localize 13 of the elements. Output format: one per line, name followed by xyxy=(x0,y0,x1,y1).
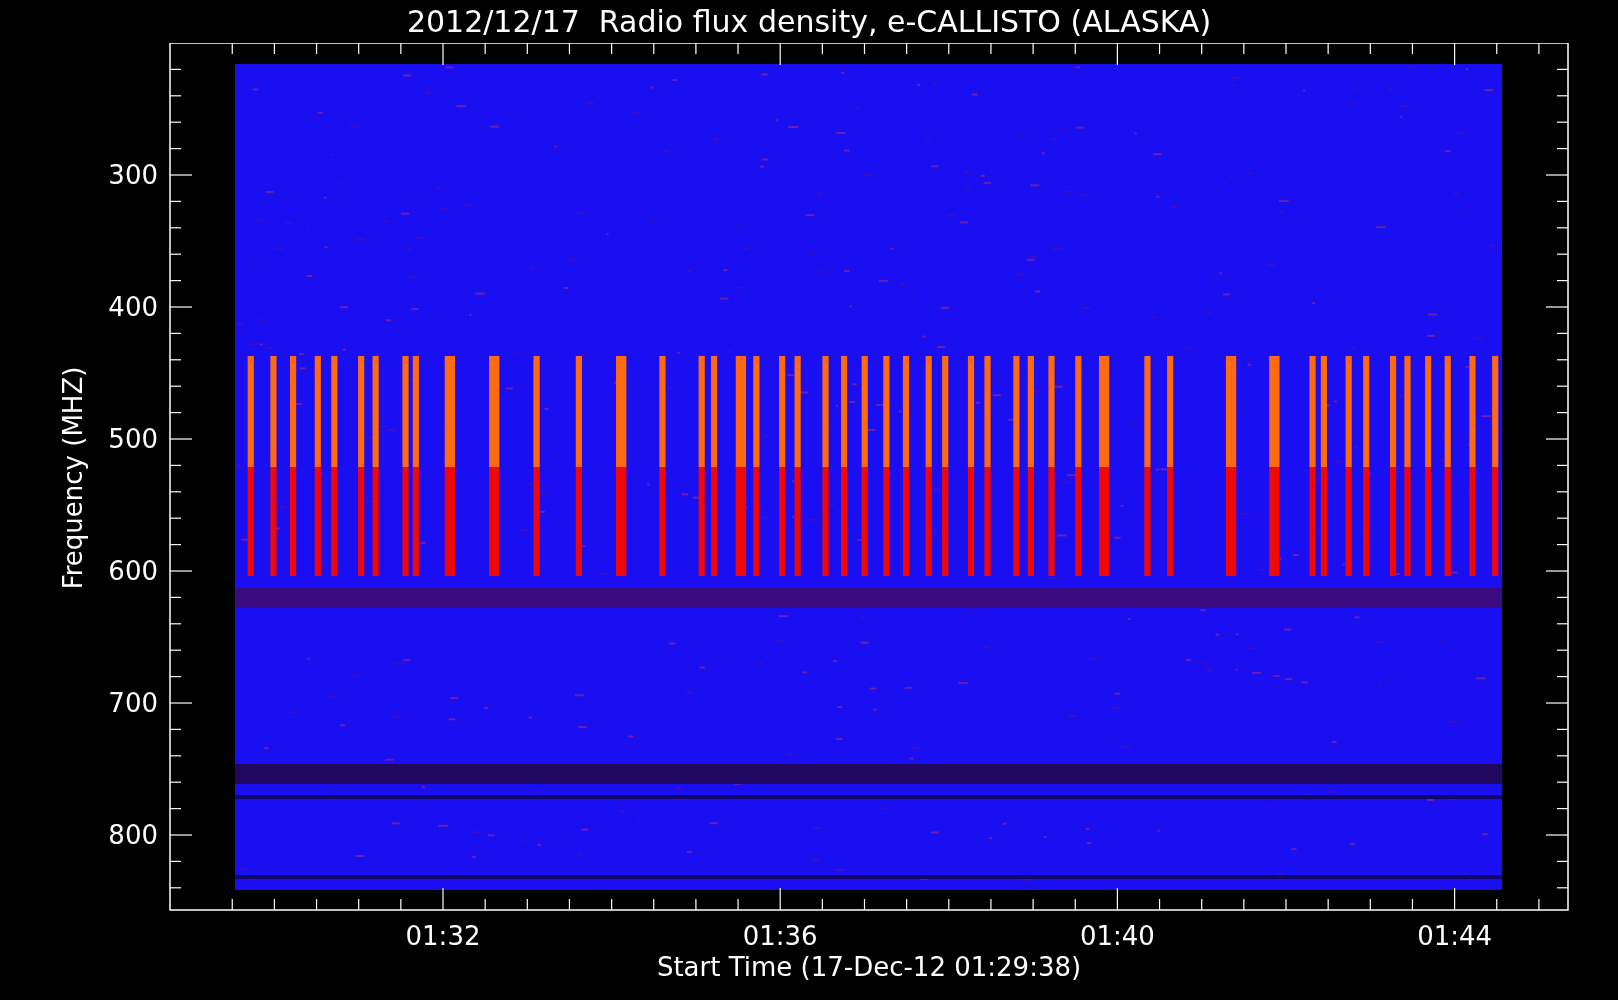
x-tick-label: 01:32 xyxy=(405,921,481,951)
y-tick-label: 400 xyxy=(108,292,158,322)
x-tick-label: 01:40 xyxy=(1079,921,1155,951)
y-tick-label: 800 xyxy=(108,820,158,850)
y-tick-label: 600 xyxy=(108,556,158,586)
y-tick-label: 700 xyxy=(108,688,158,718)
y-tick-label: 300 xyxy=(108,160,158,190)
x-tick-label: 01:36 xyxy=(742,921,818,951)
x-axis-label: Start Time (17-Dec-12 01:29:38) xyxy=(656,952,1082,982)
y-tick-label: 500 xyxy=(108,424,158,454)
chart-title: 2012/12/17 Radio flux density, e-CALLISTO (ALASKA) xyxy=(406,6,1212,37)
x-tick-label: 01:44 xyxy=(1417,921,1493,951)
y-axis-label: Frequency (MHZ) xyxy=(58,366,88,590)
